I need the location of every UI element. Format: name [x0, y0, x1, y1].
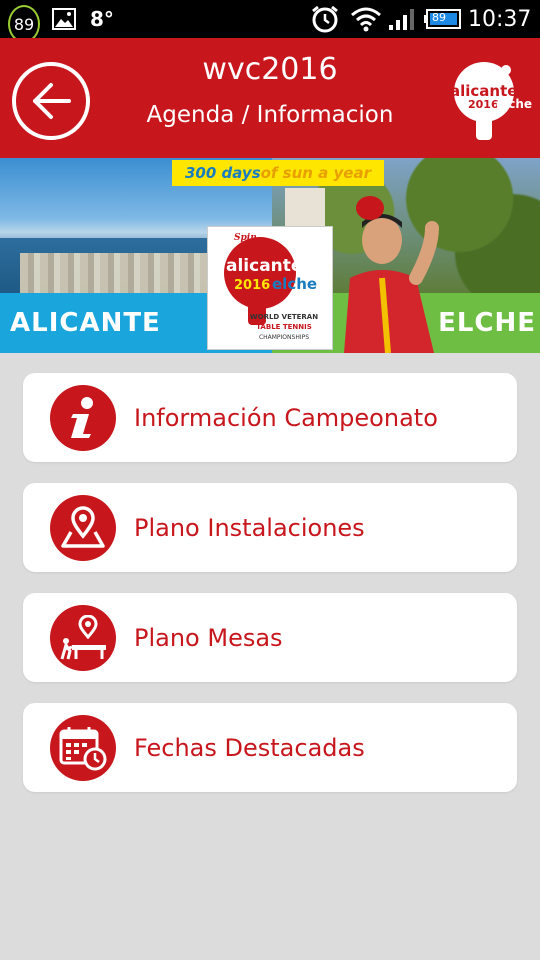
promo-banner: 300 days of sun a year ALICANTE ELCHE Sp… — [0, 158, 540, 353]
app-header: wvc2016 Agenda / Informacion alicante 20… — [0, 38, 540, 158]
map-pin-icon — [50, 494, 116, 561]
sun-tagline: 300 days of sun a year — [172, 160, 384, 186]
card-line3: WORLD VETERAN — [250, 313, 318, 321]
tagline-part2: of sun a year — [260, 164, 372, 182]
menu-label-plano-instalaciones: Plano Instalaciones — [134, 513, 365, 542]
menu-label-fechas-destacadas: Fechas Destacadas — [134, 733, 365, 762]
menu-item-informacion[interactable]: Información Campeonato — [23, 373, 517, 462]
calendar-icon — [50, 714, 116, 781]
championship-card: Spin alicante 2016 elche WORLD VETERAN T… — [207, 226, 333, 350]
svg-text:2016: 2016 — [468, 98, 499, 111]
menu-item-fechas-destacadas[interactable]: Fechas Destacadas — [23, 703, 517, 792]
info-icon — [50, 384, 116, 451]
menu-list: Información Campeonato Plano Instalacion… — [23, 373, 517, 813]
card-year: 2016 — [234, 278, 270, 293]
battery-icon: 89 — [424, 0, 462, 38]
player-photo — [336, 188, 446, 353]
card-line1: alicante — [226, 256, 302, 276]
svg-text:elche: elche — [496, 97, 532, 111]
temperature: 8° — [90, 7, 114, 31]
clock: 10:37 — [468, 6, 532, 32]
alarm-icon — [310, 0, 340, 38]
menu-item-plano-instalaciones[interactable]: Plano Instalaciones — [23, 483, 517, 572]
signal-icon — [388, 0, 418, 38]
status-bar: 89 8° 89 10:37 — [0, 0, 540, 43]
card-brand: Spin — [234, 233, 257, 243]
menu-item-plano-mesas[interactable]: Plano Mesas — [23, 593, 517, 682]
card-line4: TABLE TENNIS — [256, 323, 312, 331]
battery-level: 89 — [432, 11, 446, 24]
gallery-icon — [52, 0, 76, 38]
tagline-part1: 300 days — [184, 164, 261, 182]
menu-label-plano-mesas: Plano Mesas — [134, 623, 283, 652]
card-line5: CHAMPIONSHIPS — [259, 334, 309, 341]
notification-count: 89 — [13, 14, 35, 34]
championship-logo: alicante 2016 elche — [448, 58, 532, 142]
wifi-icon — [350, 0, 382, 38]
card-line2: elche — [272, 275, 317, 293]
table-pin-icon — [50, 604, 116, 671]
menu-label-informacion: Información Campeonato — [134, 403, 438, 432]
